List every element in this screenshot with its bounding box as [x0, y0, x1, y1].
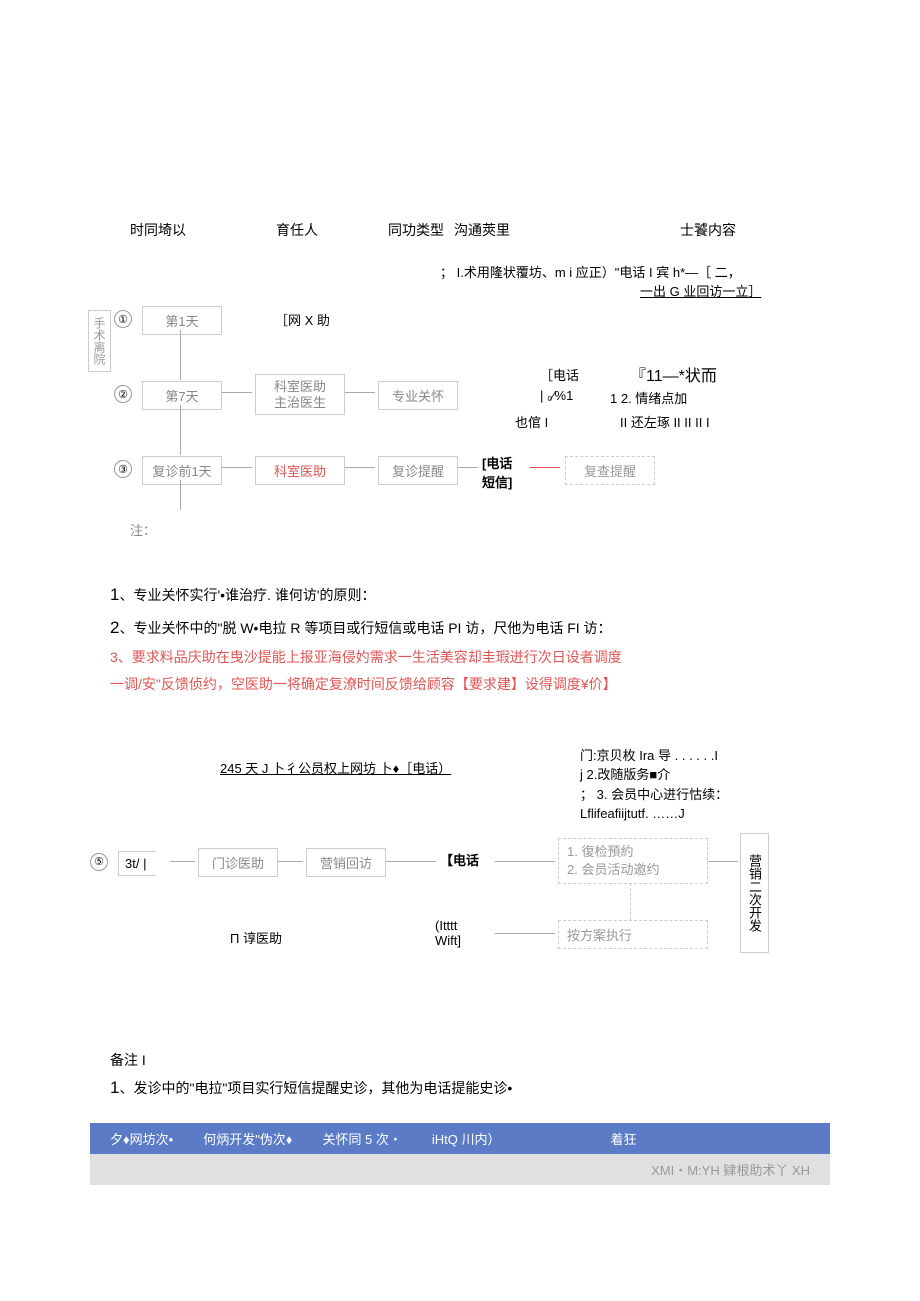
note-label: 注： [130, 520, 156, 539]
step3-resp-box: 科室医助 [255, 456, 345, 485]
step2-resp-box: 科室医助 主治医生 [255, 374, 345, 415]
arrow-5a [170, 861, 195, 862]
step2-r4: 1 2. 情绪点加 [610, 388, 687, 407]
arrow-1-2 [180, 330, 181, 380]
summary-blue-bar: 夕♦网坊次• 何炳开发"伪次♦ 关怀同 5 次・ iHtQ 川内） 着狂 [90, 1123, 830, 1154]
d2-right-block: 门:京贝枚 Ira 导 . . . . . .I j 2.改随版务■介 ； 3.… [580, 746, 800, 824]
step1-resp: ［网 X 助 [275, 310, 330, 329]
marketing-dev-box: 营销二次开发 [740, 833, 769, 953]
bluebar-c2: 何炳开发"伪次♦ [203, 1129, 292, 1148]
note-3: 3、要求料品庆助在曳沙提能上报亚海侵妁需求一生活美容却圭瑕迸行次日设者调度 [110, 645, 920, 670]
header-col2: 育任人 [276, 220, 318, 240]
day-7-box: 第7天 [142, 381, 222, 410]
arrow-5c [386, 861, 436, 862]
step2-r6: II 还左琢 II II II I [620, 412, 710, 431]
note-4: 一调/安"反馈侦约，空医助一将确定复潦时间反馈给顾容【要求建】设得调度¥价】 [110, 672, 920, 697]
footer-notes: 备注 I 1、发诊中的"电拉"项目实行短信提醒史诊，其他为电话提能史诊• [110, 1048, 920, 1104]
notes-section-1: 1、专业关怀实行'•谁治疗. 谁何访'的原则： 2、专业关怀中的"脱 W•电拉 … [110, 580, 920, 698]
step3-comm: [电话 短信] [482, 453, 512, 491]
step3-type-box: 复诊提醒 [378, 456, 458, 485]
note-1: 1、专业关怀实行'•谁治疗. 谁何访'的原则： [110, 580, 920, 611]
arrow-3d [530, 467, 560, 468]
step5-comm: 【电话 [440, 850, 479, 869]
step-2-circle: ② [114, 385, 132, 403]
arrow-3b [345, 467, 375, 468]
footer-note-label: 备注 I [110, 1048, 920, 1073]
step2-r5: 也倌 I [515, 412, 548, 431]
surgery-discharge-label: 手术离院 [88, 310, 111, 372]
step5-type-box: 营销回访 [306, 848, 386, 877]
recheck-day-box: 复诊前1天 [142, 456, 222, 485]
recheck-reminder-box: 复查提醒 [565, 456, 655, 485]
step-1-circle: ① [114, 310, 132, 328]
arrow-5b [278, 861, 303, 862]
d2-title: 245 天 J 卜彳公员权上网坊 卜♦［电话） [220, 758, 451, 777]
arrow-2a [222, 392, 252, 393]
arrow-2-3 [180, 405, 181, 455]
step2-r2: 『11—*状而 [630, 362, 717, 386]
footer-note-1: 1、发诊中的"电拉"项目实行短信提醒史诊，其他为电话提能史诊• [110, 1073, 920, 1104]
bluebar-c3: 关怀同 5 次・ [322, 1129, 401, 1148]
header-col1: 时同埼以 [130, 220, 186, 240]
diagram-1: ； I.术用隆状覆坊、m i 应正）"电话 I 宾 h*—［ 二， 一出 G 业… [100, 270, 920, 570]
arrow-2b [345, 392, 375, 393]
table-header-row: 时同埼以 育任人 同功类型 沟通莢里 士饕内容 [0, 220, 920, 240]
step5-detail-box: 1. 復检預約 2. 会员活动邀约 [558, 838, 708, 884]
arrow-lower [495, 933, 555, 934]
arrow-3-down [180, 480, 181, 510]
bluebar-c5: 着狂 [611, 1129, 637, 1148]
header-col5: 士饕内容 [680, 220, 736, 240]
step2-r1: ［电话 [540, 365, 579, 384]
arrow-3c [458, 467, 478, 468]
step2-r3: | ₀⁄%1 [540, 388, 573, 403]
header-col4: 沟通莢里 [454, 220, 510, 240]
step2-type-box: 专业关怀 [378, 381, 458, 410]
lower-detail-box: 按方案执行 [558, 920, 708, 949]
lower-resp: П 谆医助 [230, 928, 282, 947]
step-3-circle: ③ [114, 460, 132, 478]
arrow-5d [495, 861, 555, 862]
header-col3: 同功类型 [388, 220, 444, 240]
step1-right-text: ； I.术用隆状覆坊、m i 应正）"电话 I 宾 h*—［ 二， 一出 G 业… [440, 262, 860, 300]
step-5-circle: ⑤ [90, 853, 108, 871]
lower-comm: (Itttt Wift] [435, 918, 461, 948]
diagram-2: 245 天 J 卜彳公员权上网坊 卜♦［电话） 门:京贝枚 Ira 导 . . … [100, 758, 920, 1038]
summary-gray-bar: XMI・M:YH 肄根助术丫 XH [90, 1154, 830, 1185]
step5-resp-box: 门诊医助 [198, 848, 278, 877]
bluebar-c4: iHtQ 川内） [432, 1129, 501, 1148]
step5-label: 3t/ | [118, 851, 156, 876]
bluebar-c1: 夕♦网坊次• [110, 1129, 173, 1148]
arrow-5e [708, 861, 738, 862]
note-2: 2、专业关怀中的"脱 W•电拉 R 等项目或行短信或电话 PI 访，尺他为电话 … [110, 613, 920, 644]
arrow-3a [222, 467, 252, 468]
day-1-box: 第1天 [142, 306, 222, 335]
dash-connector [630, 883, 631, 920]
